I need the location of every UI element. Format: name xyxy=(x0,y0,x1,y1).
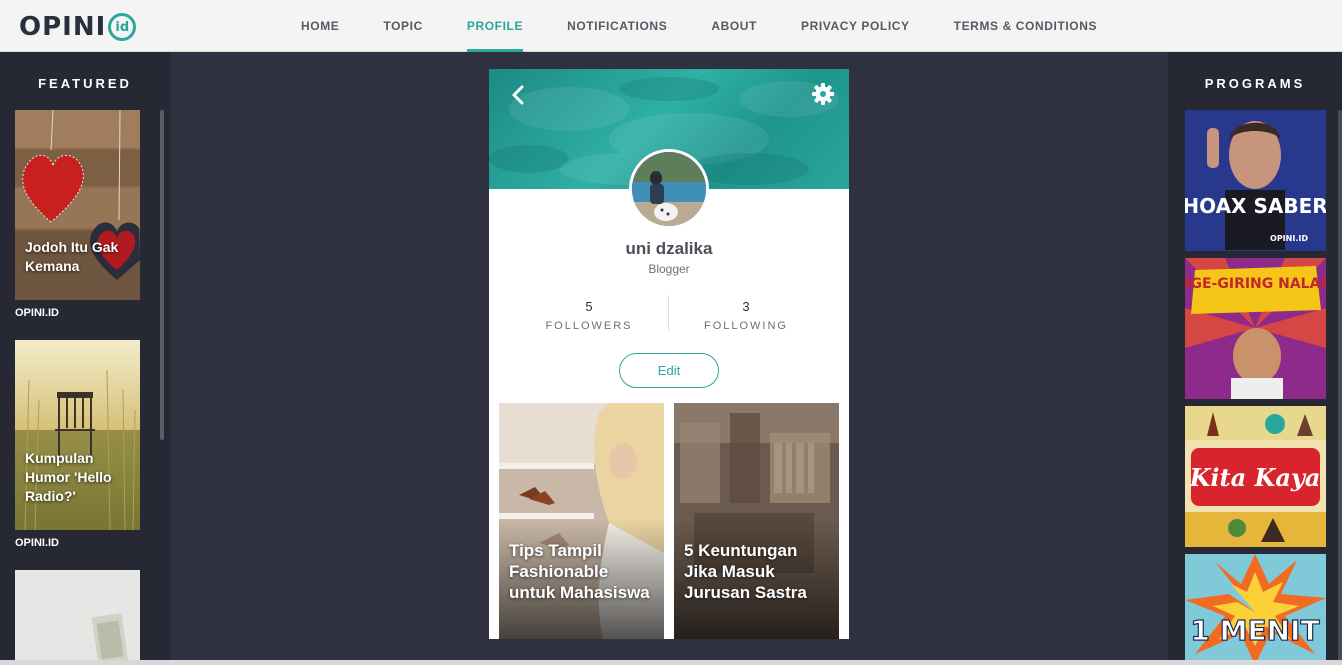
money-image xyxy=(15,570,140,665)
kita-kaya-image: Kita Kaya xyxy=(1185,406,1326,547)
program-1-menit-title: 1 MENIT xyxy=(1190,614,1319,647)
featured-card-1-title: Jodoh Itu Gak Kemana xyxy=(25,239,119,274)
programs-panel: PROGRAMS HOAX SABER OPINI.ID NGE-GIRING … xyxy=(1168,52,1342,665)
program-nge-giring-nalar[interactable]: NGE-GIRING NALAR xyxy=(1185,258,1326,399)
nav-profile[interactable]: PROFILE xyxy=(445,0,545,52)
top-navigation-bar: OPINI id HOME TOPIC PROFILE NOTIFICATION… xyxy=(0,0,1342,52)
following-stat[interactable]: 3 FOLLOWING xyxy=(656,299,836,332)
featured-title: FEATURED xyxy=(38,76,132,91)
featured-card-2-source: OPINI.ID xyxy=(15,537,60,549)
programs-title: PROGRAMS xyxy=(1204,76,1306,91)
profile-name: uni dzalika xyxy=(625,239,713,258)
featured-card-1[interactable]: Jodoh Itu Gak Kemana xyxy=(15,110,140,300)
nav-privacy-policy[interactable]: PRIVACY POLICY xyxy=(779,0,932,52)
followers-count: 5 xyxy=(585,299,593,314)
1-menit-image: 1 MENIT xyxy=(1185,554,1326,665)
featured-card-3[interactable] xyxy=(15,570,140,665)
following-count: 3 xyxy=(742,299,750,314)
program-hoax-saber-sub: OPINI.ID xyxy=(1270,234,1308,243)
featured-card-2[interactable]: Kumpulan Humor 'Hello Radio?' xyxy=(15,340,140,530)
opini-logo[interactable]: OPINI id xyxy=(19,12,137,42)
programs-scrollbar[interactable] xyxy=(1338,110,1342,665)
following-label: FOLLOWING xyxy=(703,320,788,332)
nav-home[interactable]: HOME xyxy=(279,0,361,52)
program-hoax-saber[interactable]: HOAX SABER OPINI.ID xyxy=(1185,110,1326,251)
avatar-photo xyxy=(632,152,706,226)
program-kita-kaya-title: Kita Kaya xyxy=(1189,463,1321,492)
featured-scrollbar[interactable] xyxy=(160,110,164,440)
nav-about[interactable]: ABOUT xyxy=(689,0,779,52)
followers-stat[interactable]: 5 FOLLOWERS xyxy=(499,299,679,332)
hoax-saber-image: HOAX SABER OPINI.ID xyxy=(1185,110,1326,251)
post-card-1[interactable]: Tips Tampil Fashionable untuk Mahasiswa xyxy=(499,403,664,639)
program-hoax-saber-title: HOAX SABER xyxy=(1185,194,1326,218)
featured-card-2-title: Kumpulan Humor 'Hello Radio?' xyxy=(25,450,112,504)
settings-gear-icon[interactable] xyxy=(811,82,835,106)
followers-label: FOLLOWERS xyxy=(545,320,633,332)
logo-badge: id xyxy=(108,13,137,41)
nav-notifications[interactable]: NOTIFICATIONS xyxy=(545,0,689,52)
back-arrow-icon[interactable] xyxy=(507,83,531,107)
nav-topic[interactable]: TOPIC xyxy=(361,0,444,52)
profile-avatar[interactable] xyxy=(629,149,709,229)
nge-giring-nalar-image: NGE-GIRING NALAR xyxy=(1185,258,1326,399)
profile-card: uni dzalika Blogger 5 FOLLOWERS 3 FOLLOW… xyxy=(489,69,849,639)
program-1-menit[interactable]: 1 MENIT xyxy=(1185,554,1326,665)
edit-profile-button[interactable]: Edit xyxy=(619,353,719,388)
post-2-title: 5 Keuntungan Jika Masuk Jurusan Sastra xyxy=(684,541,807,602)
program-nge-giring-nalar-title: NGE-GIRING NALAR xyxy=(1185,276,1326,292)
featured-card-1-source: OPINI.ID xyxy=(15,307,60,319)
nav-terms-conditions[interactable]: TERMS & CONDITIONS xyxy=(932,0,1119,52)
main-nav: HOME TOPIC PROFILE NOTIFICATIONS ABOUT P… xyxy=(279,0,1119,52)
featured-panel: FEATURED Jodoh Itu Gak Kemana OPINI.ID K… xyxy=(0,52,170,665)
post-1-title: Tips Tampil Fashionable untuk Mahasiswa xyxy=(509,541,650,602)
bottom-scrollbar-strip xyxy=(0,660,1342,665)
post-card-2[interactable]: 5 Keuntungan Jika Masuk Jurusan Sastra xyxy=(674,403,839,639)
profile-role: Blogger xyxy=(648,262,690,276)
logo-text: OPINI xyxy=(19,12,107,42)
program-kita-kaya[interactable]: Kita Kaya xyxy=(1185,406,1326,547)
